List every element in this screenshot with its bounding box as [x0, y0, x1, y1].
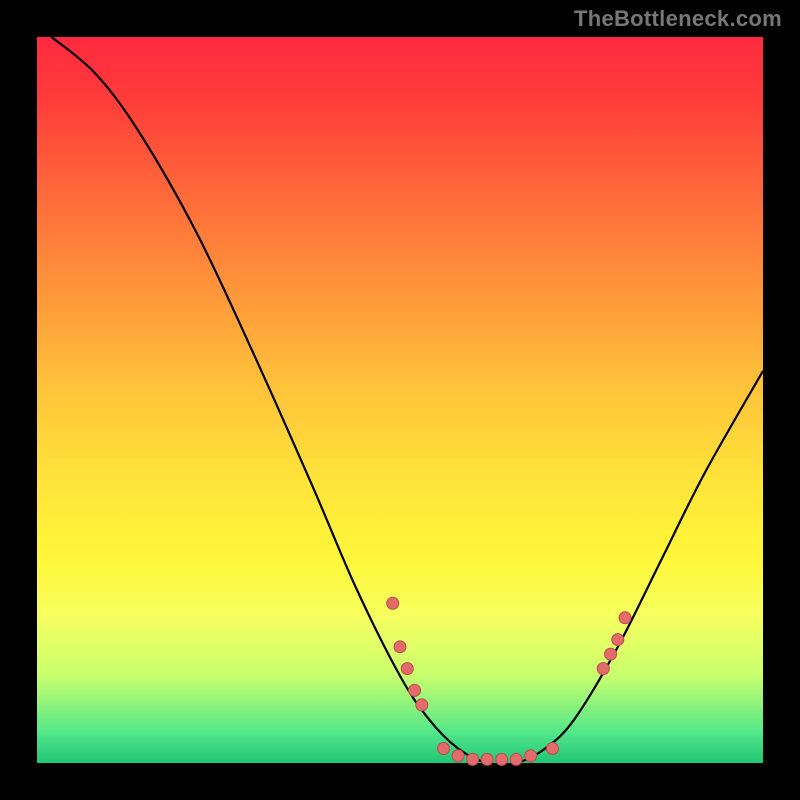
chart-container: TheBottleneck.com	[0, 0, 800, 800]
data-point	[546, 742, 558, 754]
data-point	[467, 753, 479, 765]
chart-svg	[37, 37, 763, 763]
data-point	[525, 750, 537, 762]
data-point	[612, 634, 624, 646]
data-point	[401, 663, 413, 675]
data-point	[496, 753, 508, 765]
data-point	[452, 750, 464, 762]
data-point	[438, 742, 450, 754]
data-point	[605, 648, 617, 660]
data-point	[619, 612, 631, 624]
data-point	[510, 753, 522, 765]
data-point	[416, 699, 428, 711]
data-point	[387, 597, 399, 609]
data-point	[394, 641, 406, 653]
plot-area	[37, 37, 763, 763]
bottleneck-curve	[52, 37, 763, 765]
data-point	[597, 663, 609, 675]
watermark-text: TheBottleneck.com	[574, 6, 782, 32]
data-point	[481, 753, 493, 765]
data-point	[409, 684, 421, 696]
